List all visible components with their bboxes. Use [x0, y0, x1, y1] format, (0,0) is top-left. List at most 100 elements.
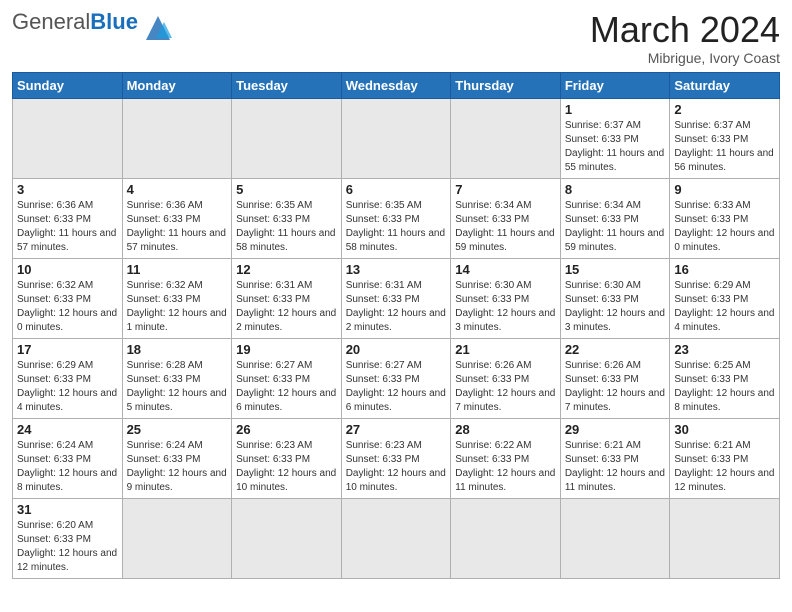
day-number: 30: [674, 422, 775, 437]
day-header-wednesday: Wednesday: [341, 72, 451, 98]
calendar-cell: 2Sunrise: 6:37 AM Sunset: 6:33 PM Daylig…: [670, 98, 780, 178]
day-number: 25: [127, 422, 228, 437]
calendar-cell: 22 Sunrise: 6:26 AM Sunset: 6:33 PM Dayli…: [560, 338, 670, 418]
day-info: Sunrise: 6:37 AM Sunset: 6:33 PM Dayligh…: [674, 119, 775, 175]
calendar-cell: 20 Sunrise: 6:27 AM Sunset: 6:33 PM Dayli…: [341, 338, 451, 418]
day-info: Sunrise: 6:29 AM Sunset: 6:33 PM Dayligh…: [674, 279, 775, 335]
month-title: March 2024: [590, 10, 780, 50]
day-info: Sunrise: 6:24 AM Sunset: 6:33 PM Dayligh…: [17, 439, 118, 495]
calendar-cell: [122, 98, 232, 178]
day-info: Sunrise: 6:32 AM Sunset: 6:33 PM Dayligh…: [17, 279, 118, 335]
day-info: Sunrise: 6:23 AM Sunset: 6:33 PM Dayligh…: [346, 439, 447, 495]
day-number: 12: [236, 262, 337, 277]
header: GeneralBlue March 2024 Mibrigue, Ivory C…: [12, 10, 780, 66]
day-number: 4: [127, 182, 228, 197]
subtitle: Mibrigue, Ivory Coast: [590, 50, 780, 66]
day-info: Sunrise: 6:30 AM Sunset: 6:33 PM Dayligh…: [565, 279, 666, 335]
day-info: Sunrise: 6:34 AM Sunset: 6:33 PM Dayligh…: [455, 199, 556, 255]
logo-icon: [142, 12, 174, 44]
day-number: 16: [674, 262, 775, 277]
calendar-cell: [122, 498, 232, 578]
day-info: Sunrise: 6:27 AM Sunset: 6:33 PM Dayligh…: [236, 359, 337, 415]
day-number: 18: [127, 342, 228, 357]
calendar-cell: 27 Sunrise: 6:23 AM Sunset: 6:33 PM Dayli…: [341, 418, 451, 498]
day-number: 19: [236, 342, 337, 357]
day-info: Sunrise: 6:35 AM Sunset: 6:33 PM Dayligh…: [346, 199, 447, 255]
day-info: Sunrise: 6:25 AM Sunset: 6:33 PM Dayligh…: [674, 359, 775, 415]
calendar-cell: 12 Sunrise: 6:31 AM Sunset: 6:33 PM Dayli…: [232, 258, 342, 338]
calendar-cell: 6 Sunrise: 6:35 AM Sunset: 6:33 PM Daylig…: [341, 178, 451, 258]
day-number: 5: [236, 182, 337, 197]
day-number: 22: [565, 342, 666, 357]
calendar-cell: 19 Sunrise: 6:27 AM Sunset: 6:33 PM Dayli…: [232, 338, 342, 418]
day-header-tuesday: Tuesday: [232, 72, 342, 98]
calendar-cell: 14 Sunrise: 6:30 AM Sunset: 6:33 PM Dayli…: [451, 258, 561, 338]
day-number: 28: [455, 422, 556, 437]
day-number: 29: [565, 422, 666, 437]
day-info: Sunrise: 6:31 AM Sunset: 6:33 PM Dayligh…: [236, 279, 337, 335]
day-number: 27: [346, 422, 447, 437]
day-info: Sunrise: 6:34 AM Sunset: 6:33 PM Dayligh…: [565, 199, 666, 255]
calendar-cell: 24Sunrise: 6:24 AM Sunset: 6:33 PM Dayli…: [13, 418, 123, 498]
day-header-thursday: Thursday: [451, 72, 561, 98]
day-header-saturday: Saturday: [670, 72, 780, 98]
calendar-cell: 7Sunrise: 6:34 AM Sunset: 6:33 PM Daylig…: [451, 178, 561, 258]
day-header-friday: Friday: [560, 72, 670, 98]
day-number: 3: [17, 182, 118, 197]
day-info: Sunrise: 6:23 AM Sunset: 6:33 PM Dayligh…: [236, 439, 337, 495]
day-info: Sunrise: 6:21 AM Sunset: 6:33 PM Dayligh…: [674, 439, 775, 495]
calendar-cell: 9Sunrise: 6:33 AM Sunset: 6:33 PM Daylig…: [670, 178, 780, 258]
calendar-week-row: 17 Sunrise: 6:29 AM Sunset: 6:33 PM Dayli…: [13, 338, 780, 418]
calendar-header-row: SundayMondayTuesdayWednesdayThursdayFrid…: [13, 72, 780, 98]
calendar-cell: [341, 98, 451, 178]
calendar-cell: [232, 98, 342, 178]
calendar-cell: 3Sunrise: 6:36 AM Sunset: 6:33 PM Daylig…: [13, 178, 123, 258]
day-number: 26: [236, 422, 337, 437]
calendar-cell: [670, 498, 780, 578]
calendar-cell: 29Sunrise: 6:21 AM Sunset: 6:33 PM Dayli…: [560, 418, 670, 498]
logo-blue: Blue: [90, 9, 138, 34]
day-info: Sunrise: 6:32 AM Sunset: 6:33 PM Dayligh…: [127, 279, 228, 335]
day-info: Sunrise: 6:29 AM Sunset: 6:33 PM Dayligh…: [17, 359, 118, 415]
day-info: Sunrise: 6:28 AM Sunset: 6:33 PM Dayligh…: [127, 359, 228, 415]
day-number: 21: [455, 342, 556, 357]
calendar-cell: [232, 498, 342, 578]
day-number: 17: [17, 342, 118, 357]
day-info: Sunrise: 6:37 AM Sunset: 6:33 PM Dayligh…: [565, 119, 666, 175]
day-number: 8: [565, 182, 666, 197]
day-info: Sunrise: 6:31 AM Sunset: 6:33 PM Dayligh…: [346, 279, 447, 335]
calendar-cell: 16 Sunrise: 6:29 AM Sunset: 6:33 PM Dayli…: [670, 258, 780, 338]
day-info: Sunrise: 6:26 AM Sunset: 6:33 PM Dayligh…: [565, 359, 666, 415]
calendar-cell: 18 Sunrise: 6:28 AM Sunset: 6:33 PM Dayli…: [122, 338, 232, 418]
calendar-week-row: 1 Sunrise: 6:37 AM Sunset: 6:33 PM Daylig…: [13, 98, 780, 178]
calendar-cell: [451, 98, 561, 178]
day-number: 23: [674, 342, 775, 357]
day-info: Sunrise: 6:36 AM Sunset: 6:33 PM Dayligh…: [127, 199, 228, 255]
calendar-cell: [560, 498, 670, 578]
calendar-cell: [13, 98, 123, 178]
day-info: Sunrise: 6:35 AM Sunset: 6:33 PM Dayligh…: [236, 199, 337, 255]
day-number: 20: [346, 342, 447, 357]
day-number: 14: [455, 262, 556, 277]
logo-text: GeneralBlue: [12, 10, 138, 34]
calendar-cell: [451, 498, 561, 578]
calendar-cell: 25 Sunrise: 6:24 AM Sunset: 6:33 PM Dayli…: [122, 418, 232, 498]
day-number: 13: [346, 262, 447, 277]
day-number: 31: [17, 502, 118, 517]
day-number: 6: [346, 182, 447, 197]
calendar-week-row: 3 Sunrise: 6:36 AM Sunset: 6:33 PM Daylig…: [13, 178, 780, 258]
calendar-cell: 15Sunrise: 6:30 AM Sunset: 6:33 PM Dayli…: [560, 258, 670, 338]
calendar-cell: 8 Sunrise: 6:34 AM Sunset: 6:33 PM Daylig…: [560, 178, 670, 258]
calendar-cell: 31Sunrise: 6:20 AM Sunset: 6:33 PM Dayli…: [13, 498, 123, 578]
day-info: Sunrise: 6:22 AM Sunset: 6:33 PM Dayligh…: [455, 439, 556, 495]
day-info: Sunrise: 6:30 AM Sunset: 6:33 PM Dayligh…: [455, 279, 556, 335]
calendar-cell: [341, 498, 451, 578]
title-block: March 2024 Mibrigue, Ivory Coast: [590, 10, 780, 66]
day-info: Sunrise: 6:27 AM Sunset: 6:33 PM Dayligh…: [346, 359, 447, 415]
day-header-sunday: Sunday: [13, 72, 123, 98]
day-number: 11: [127, 262, 228, 277]
calendar-week-row: 24Sunrise: 6:24 AM Sunset: 6:33 PM Dayli…: [13, 418, 780, 498]
page: GeneralBlue March 2024 Mibrigue, Ivory C…: [0, 0, 792, 612]
day-number: 1: [565, 102, 666, 117]
day-info: Sunrise: 6:24 AM Sunset: 6:33 PM Dayligh…: [127, 439, 228, 495]
